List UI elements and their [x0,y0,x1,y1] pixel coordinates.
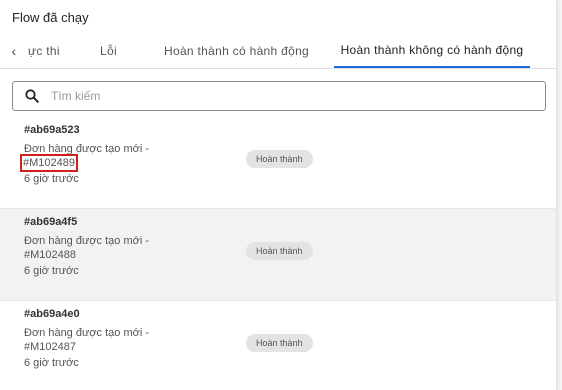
order-number: #M102487 [24,341,76,353]
status-badge: Hoàn thành [246,242,313,260]
order-number: #M102488 [24,249,76,261]
list-item[interactable]: #ab69a4e0 Đơn hàng được tạo mới - #M1024… [0,301,556,390]
tab-executing[interactable]: ực thi [28,34,94,68]
search-container [0,69,556,117]
flow-run-panel: Flow đã chạy ‹ ực thi Lỗi Hoàn thành có … [0,0,557,390]
tab-completed-with-action[interactable]: Hoàn thành có hành động [160,34,334,68]
tab-completed-without-action[interactable]: Hoàn thành không có hành động [334,34,530,68]
run-id: #ab69a523 [24,124,80,136]
status-badge: Hoàn thành [246,334,313,352]
run-id: #ab69a4f5 [24,216,78,228]
run-description: Đơn hàng được tạo mới - [24,143,149,155]
tab-bar: ‹ ực thi Lỗi Hoàn thành có hành động Hoà… [0,34,556,69]
run-time: 6 giờ trước [24,265,79,277]
run-time: 6 giờ trước [24,173,79,185]
status-badge: Hoàn thành [246,150,313,168]
run-id: #ab69a4e0 [24,308,80,320]
search-input[interactable] [49,88,473,104]
panel-title: Flow đã chạy [12,9,89,25]
run-description: Đơn hàng được tạo mới - [24,235,149,247]
list-item[interactable]: #ab69a4f5 Đơn hàng được tạo mới - #M1024… [0,209,556,301]
run-time: 6 giờ trước [24,357,79,369]
search-icon [25,89,39,103]
chevron-left-icon[interactable]: ‹ [0,43,28,59]
tab-errors[interactable]: Lỗi [94,34,160,68]
list-item[interactable]: #ab69a523 Đơn hàng được tạo mới - #M1024… [0,117,556,209]
run-description: Đơn hàng được tạo mới - [24,327,149,339]
order-number: #M102489 [20,154,78,172]
search-box[interactable] [12,81,546,111]
flow-run-list: #ab69a523 Đơn hàng được tạo mới - #M1024… [0,117,556,390]
